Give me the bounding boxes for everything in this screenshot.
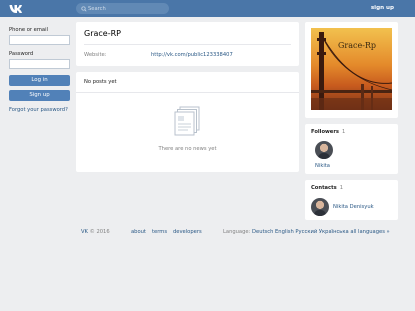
language-deutsch[interactable]: Deutsch	[252, 229, 273, 235]
avatar[interactable]	[311, 198, 329, 216]
vk-logo-icon[interactable]	[9, 4, 23, 13]
cover-photo[interactable]: Grace-Rp	[311, 28, 392, 110]
followers-label: Followers	[311, 129, 339, 135]
language-ukrainian[interactable]: Українська	[319, 229, 349, 235]
footer: VK © 2016 about terms developers Languag…	[0, 229, 415, 237]
footer-year: © 2016	[89, 229, 110, 235]
signup-button[interactable]: Sign up	[9, 90, 70, 101]
all-languages-link[interactable]: all languages »	[350, 229, 389, 235]
contact-name[interactable]: Nikita Denisyuk	[333, 204, 374, 210]
website-label: Website:	[84, 52, 107, 58]
posts-card: No posts yet There are no news yet	[76, 72, 299, 172]
search-box[interactable]: Search	[76, 3, 169, 14]
avatar[interactable]	[315, 141, 333, 159]
empty-posts-text: There are no news yet	[158, 146, 217, 152]
contacts-count: 1	[339, 185, 343, 191]
followers-header[interactable]: Followers 1	[311, 129, 345, 135]
search-icon	[81, 5, 87, 11]
footer-copyright: VK © 2016	[81, 229, 110, 235]
language-label: Language:	[223, 229, 251, 235]
phone-input[interactable]	[9, 35, 70, 45]
footer-languages: Language: Deutsch English Русский Україн…	[223, 229, 390, 235]
phone-label: Phone or email	[9, 27, 48, 33]
password-label: Password	[9, 51, 34, 57]
divider	[84, 44, 291, 45]
contacts-card: Contacts 1 Nikita Denisyuk	[305, 180, 398, 220]
forgot-password-link[interactable]: Forgot your password?	[9, 107, 70, 113]
posts-header: No posts yet	[84, 79, 117, 85]
footer-link-terms[interactable]: terms	[152, 229, 167, 235]
followers-count: 1	[341, 129, 346, 135]
cover-photo-card: Grace-Rp	[305, 22, 398, 118]
footer-link-about[interactable]: about	[131, 229, 146, 235]
contacts-label: Contacts	[311, 185, 337, 191]
empty-posts-icon	[174, 106, 200, 136]
divider	[76, 92, 299, 93]
footer-brand[interactable]: VK	[81, 229, 88, 235]
signup-link[interactable]: sign up	[371, 5, 394, 11]
login-panel: Phone or email Password Log in Sign up F…	[9, 27, 70, 113]
follower-name[interactable]: Nikita	[315, 163, 330, 169]
page-info-card: Grace-RP Website: http://vk.com/public12…	[76, 22, 299, 66]
followers-card: Followers 1 Nikita	[305, 124, 398, 174]
page-title: Grace-RP	[84, 29, 121, 38]
login-button[interactable]: Log in	[9, 75, 70, 86]
language-russian[interactable]: Русский	[295, 229, 317, 235]
language-english[interactable]: English	[275, 229, 294, 235]
password-input[interactable]	[9, 59, 70, 69]
cover-photo-text: Grace-Rp	[338, 41, 377, 50]
search-input[interactable]: Search	[88, 6, 106, 12]
footer-link-developers[interactable]: developers	[173, 229, 202, 235]
contacts-header[interactable]: Contacts 1	[311, 185, 343, 191]
top-bar: Search sign up	[0, 0, 415, 17]
website-link[interactable]: http://vk.com/public123338407	[151, 52, 233, 58]
